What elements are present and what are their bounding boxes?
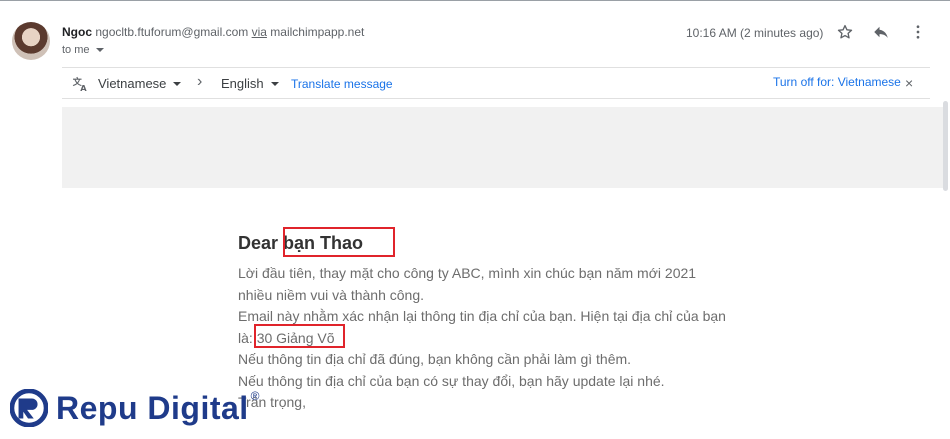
highlight-box-address [254,324,345,348]
chevron-down-icon [173,81,182,86]
chevron-down-icon [95,48,104,52]
more-vert-icon[interactable] [907,21,929,43]
body-line: Trân trọng, [238,394,306,410]
translate-message-link[interactable]: Translate message [291,77,393,91]
body-line: Lời đầu tiên, thay mặt cho công ty ABC, … [238,265,697,281]
greeting-prefix: Dear [238,233,279,253]
source-language-select[interactable]: Vietnamese [98,76,182,91]
sender-avatar[interactable] [12,22,50,60]
translate-icon: 文A [72,75,90,93]
registered-mark: ® [250,389,260,403]
close-icon[interactable]: × [905,75,913,91]
watermark-logo: Repu Digital ® [9,388,260,428]
message-time: 10:16 AM (2 minutes ago) [686,26,824,40]
via-label[interactable]: via [252,25,267,39]
via-domain: mailchimpapp.net [270,25,365,39]
sender-name[interactable]: Ngoc [62,25,92,39]
turn-off-translate-link[interactable]: Turn off for: Vietnamese [773,75,901,89]
brand-name: Repu Digital [56,389,249,426]
sender-line: Ngoc ngocltb.ftuforum@gmail.com via mail… [62,25,364,39]
target-language: English [221,76,264,91]
target-language-select[interactable]: English [221,76,279,91]
sender-email: ngocltb.ftuforum@gmail.com [95,25,249,39]
body-line: Nếu thông tin địa chỉ của bạn có sự thay… [238,372,665,389]
body-line: Nếu thông tin địa chỉ đã đúng, bạn không… [238,351,632,367]
to-me-label: to me [62,44,90,56]
body-line: nhiều niềm vui và thành công. [238,286,425,303]
chevron-right-icon: › [197,73,203,90]
email-banner-placeholder [62,107,946,188]
translate-bar: 文A Vietnamese › English Translate messag… [62,67,930,99]
highlight-box-name [283,227,395,257]
source-language: Vietnamese [98,76,167,91]
star-icon[interactable] [834,21,856,43]
recipient-toggle[interactable]: to me [62,44,104,56]
svg-text:A: A [80,83,87,93]
email-view: Ngoc ngocltb.ftuforum@gmail.com via mail… [0,0,950,439]
reply-icon[interactable] [870,21,892,43]
scrollbar[interactable] [943,101,948,191]
repu-logo-icon [9,388,49,428]
address-prefix: là: [238,329,253,346]
chevron-down-icon [270,81,279,86]
